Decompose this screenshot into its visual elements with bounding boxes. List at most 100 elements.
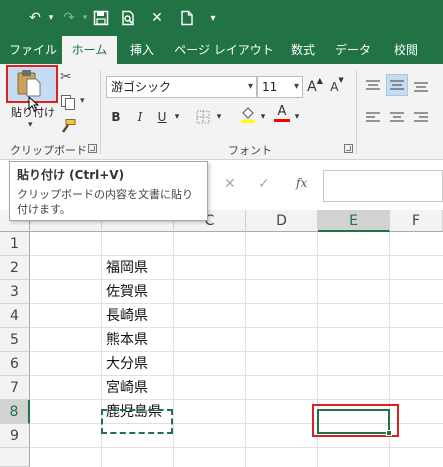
font-color-icon: A bbox=[277, 103, 287, 119]
tab-page-layout[interactable]: ページ レイアウト bbox=[169, 36, 279, 64]
formula-enter-icon[interactable]: ✓ bbox=[258, 176, 270, 192]
redo-icon: ↷ bbox=[63, 10, 75, 26]
align-center-icon[interactable] bbox=[388, 110, 406, 129]
gridline bbox=[30, 447, 443, 448]
cell-b4[interactable]: 長崎県 bbox=[102, 304, 148, 328]
grow-font-icon: A bbox=[307, 79, 317, 95]
row-header-6[interactable]: 6 bbox=[0, 352, 30, 376]
borders-dropdown-icon[interactable]: ▾ bbox=[214, 106, 224, 128]
customize-toolbar-icon[interactable]: ▾ bbox=[206, 6, 220, 30]
tab-insert[interactable]: 挿入 bbox=[117, 36, 167, 64]
column-header-f[interactable]: F bbox=[390, 210, 443, 232]
copy-marquee bbox=[101, 409, 173, 434]
formula-input[interactable] bbox=[323, 170, 443, 202]
row-header-5[interactable]: 5 bbox=[0, 328, 30, 352]
bold-button[interactable]: B bbox=[106, 106, 126, 128]
font-group-label: フォント bbox=[228, 144, 272, 157]
copy-dropdown-icon[interactable]: ▾ bbox=[80, 96, 85, 106]
group-separator bbox=[356, 70, 357, 154]
gridline bbox=[30, 327, 443, 328]
row-header-9[interactable]: 9 bbox=[0, 424, 30, 448]
mouse-cursor-icon bbox=[28, 95, 40, 116]
row-header-2[interactable]: 2 bbox=[0, 256, 30, 280]
column-header-d[interactable]: D bbox=[246, 210, 318, 232]
clipboard-group-label: クリップボード bbox=[10, 144, 87, 157]
font-color-swatch bbox=[274, 118, 290, 122]
redo-dropdown-icon: ▾ bbox=[82, 13, 88, 23]
row-header-1[interactable]: 1 bbox=[0, 232, 30, 256]
cell-b5[interactable]: 熊本県 bbox=[102, 328, 148, 352]
cell-b3[interactable]: 佐賀県 bbox=[102, 280, 148, 304]
gridline bbox=[30, 351, 443, 352]
quick-access-toolbar: ↶ ▾ ↷ ▾ ✕ ▾ bbox=[0, 0, 443, 36]
gridline bbox=[30, 375, 443, 376]
gridline bbox=[245, 232, 246, 467]
font-size-value: 11 bbox=[262, 80, 278, 94]
font-name-value: 游ゴシック bbox=[111, 80, 172, 94]
save-icon[interactable] bbox=[90, 6, 112, 30]
cell-b6[interactable]: 大分県 bbox=[102, 352, 148, 376]
tab-file[interactable]: ファイル bbox=[4, 36, 62, 64]
font-size-dropdown-icon[interactable]: ▾ bbox=[294, 77, 299, 97]
shrink-font-icon: A bbox=[330, 80, 339, 94]
tab-formulas[interactable]: 数式 bbox=[280, 36, 326, 64]
ribbon-tabs: ファイル ホーム 挿入 ページ レイアウト 数式 データ 校閲 bbox=[0, 36, 443, 64]
align-right-icon[interactable] bbox=[412, 110, 430, 129]
fill-color-button[interactable] bbox=[238, 104, 258, 126]
undo-dropdown-icon[interactable]: ▾ bbox=[46, 6, 56, 30]
fill-handle[interactable] bbox=[386, 430, 392, 436]
row-header-8[interactable]: 8 bbox=[0, 400, 30, 424]
undo-icon[interactable]: ↶ bbox=[24, 6, 46, 30]
paste-tooltip: 貼り付け (Ctrl+V) クリップボードの内容を文書に貼り付けます。 bbox=[9, 161, 208, 221]
formula-cancel-icon[interactable]: ✕ bbox=[224, 176, 236, 192]
font-name-combo[interactable]: 游ゴシック ▾ bbox=[106, 76, 257, 98]
new-document-icon[interactable] bbox=[176, 6, 198, 30]
clipboard-launcher-icon[interactable] bbox=[88, 144, 97, 153]
cell-b2[interactable]: 福岡県 bbox=[102, 256, 148, 280]
gridline bbox=[30, 279, 443, 280]
close-icon[interactable]: ✕ bbox=[147, 6, 167, 30]
middle-align-icon[interactable] bbox=[386, 74, 408, 96]
font-size-combo[interactable]: 11 ▾ bbox=[257, 76, 303, 98]
active-cell-e8[interactable] bbox=[317, 409, 390, 434]
clipboard-paste-icon bbox=[14, 68, 44, 98]
row-header-7[interactable]: 7 bbox=[0, 376, 30, 400]
insert-function-icon[interactable]: fx bbox=[296, 176, 307, 190]
underline-dropdown-icon[interactable]: ▾ bbox=[172, 106, 182, 128]
format-painter-icon[interactable] bbox=[60, 118, 76, 138]
tab-data[interactable]: データ bbox=[328, 36, 378, 64]
font-color-dropdown-icon[interactable]: ▾ bbox=[292, 106, 302, 128]
font-launcher-icon[interactable] bbox=[344, 144, 353, 153]
print-preview-icon[interactable] bbox=[117, 6, 139, 30]
paste-dropdown-icon[interactable]: ▾ bbox=[28, 120, 33, 130]
row-header-3[interactable]: 3 bbox=[0, 280, 30, 304]
underline-button[interactable]: U bbox=[152, 106, 172, 128]
shrink-font-button[interactable]: A ▼ bbox=[328, 76, 346, 98]
align-left-icon[interactable] bbox=[364, 110, 382, 129]
bottom-align-icon[interactable] bbox=[412, 78, 430, 97]
gridline bbox=[30, 399, 443, 400]
gridline bbox=[30, 255, 443, 256]
ribbon-home: 貼り付け ▾ ✂ ▾ クリップボード 游ゴシック ▾ 11 ▾ A ▲ A ▼ B … bbox=[0, 64, 443, 160]
fill-color-dropdown-icon[interactable]: ▾ bbox=[258, 106, 268, 128]
copy-icon[interactable] bbox=[60, 94, 78, 114]
row-header-10[interactable] bbox=[0, 448, 30, 467]
group-separator bbox=[100, 70, 101, 154]
grow-font-button[interactable]: A ▲ bbox=[306, 76, 324, 98]
tooltip-title: 貼り付け (Ctrl+V) bbox=[17, 168, 125, 182]
font-color-button[interactable]: A bbox=[272, 102, 292, 124]
borders-button[interactable] bbox=[192, 106, 214, 128]
tooltip-description: クリップボードの内容を文書に貼り付けます。 bbox=[17, 188, 193, 216]
font-name-dropdown-icon[interactable]: ▾ bbox=[248, 77, 253, 97]
cut-icon[interactable]: ✂ bbox=[60, 69, 72, 85]
tab-review[interactable]: 校閲 bbox=[380, 36, 432, 64]
row-header-4[interactable]: 4 bbox=[0, 304, 30, 328]
gridline bbox=[30, 303, 443, 304]
top-align-icon[interactable] bbox=[364, 78, 382, 97]
column-header-e[interactable]: E bbox=[318, 210, 390, 232]
excel-window: ↶ ▾ ↷ ▾ ✕ ▾ ファイル ホーム 挿入 ページ レイアウト 数式 データ… bbox=[0, 0, 443, 467]
italic-button[interactable]: I bbox=[130, 106, 150, 128]
gridline bbox=[173, 232, 174, 467]
cell-b7[interactable]: 宮崎県 bbox=[102, 376, 148, 400]
tab-home[interactable]: ホーム bbox=[62, 36, 117, 64]
